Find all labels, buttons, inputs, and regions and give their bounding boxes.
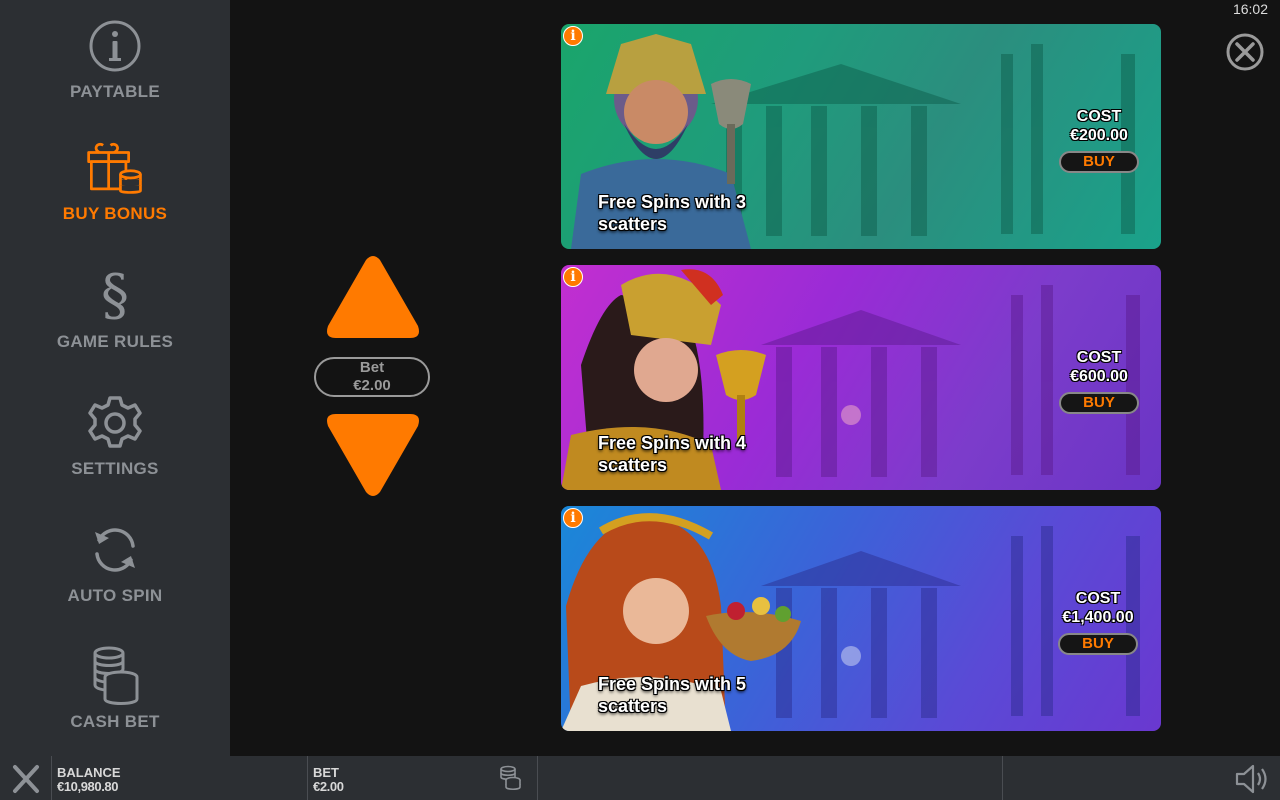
gift-coins-icon: [85, 138, 145, 198]
info-icon[interactable]: i: [563, 267, 583, 287]
triangle-up-icon: [327, 256, 419, 338]
coin-stack-icon: [85, 646, 145, 706]
bonus-card: i Free Spins with 4 scatters COST €600.0…: [561, 265, 1161, 490]
sidebar-item-label: AUTO SPIN: [67, 586, 163, 605]
bet-summary-value: €2.00: [313, 779, 344, 794]
quit-button[interactable]: [10, 764, 42, 794]
sidebar-item-auto-spin[interactable]: AUTO SPIN: [0, 520, 230, 630]
cost-label: COST: [1076, 349, 1122, 366]
info-icon[interactable]: i: [563, 26, 583, 46]
bonus-title: Free Spins with 3 scatters: [598, 192, 747, 234]
cost-value: €200.00: [1070, 127, 1128, 144]
cost-value: €1,400.00: [1062, 609, 1134, 626]
close-icon: [1226, 33, 1264, 71]
bet-label: Bet: [359, 359, 385, 376]
bet-value: €2.00: [353, 377, 391, 394]
divider: [1002, 756, 1003, 800]
cost-block: COST €600.00 BUY: [1057, 348, 1141, 414]
buy-button[interactable]: BUY: [1059, 151, 1139, 173]
divider: [307, 756, 308, 800]
sidebar-item-cash-bet[interactable]: CASH BET: [0, 646, 230, 756]
cost-label: COST: [1075, 590, 1121, 607]
refresh-icon: [85, 520, 145, 580]
close-button[interactable]: [1225, 32, 1265, 72]
sidebar-item-buy-bonus[interactable]: BUY BONUS: [0, 138, 230, 248]
balance-value: €10,980.80: [57, 779, 119, 794]
bet-decrease-button[interactable]: [324, 410, 422, 498]
sidebar-item-label: GAME RULES: [56, 332, 174, 351]
close-icon: [13, 765, 39, 793]
gear-icon: [85, 393, 145, 453]
sidebar-item-label: SETTINGS: [71, 459, 159, 478]
sidebar-item-game-rules[interactable]: § GAME RULES: [0, 266, 230, 376]
buy-button[interactable]: BUY: [1058, 633, 1138, 655]
balance-label: BALANCE: [57, 765, 121, 780]
cost-block: COST €200.00 BUY: [1057, 107, 1141, 173]
clock: 16:02: [1232, 1, 1268, 17]
coin-stack-icon: [500, 765, 521, 791]
divider: [51, 756, 52, 800]
bonus-title: Free Spins with 4 scatters: [598, 433, 747, 475]
bet-increase-button[interactable]: [324, 254, 422, 342]
speaker-icon: [1235, 764, 1267, 794]
section-sign-icon: §: [101, 263, 129, 328]
bet-coins-button[interactable]: [498, 765, 522, 791]
sidebar-item-label: PAYTABLE: [70, 82, 160, 101]
bottom-bar: BALANCE €10,980.80 BET €2.00: [0, 756, 1280, 800]
cost-block: COST €1,400.00 BUY: [1053, 589, 1143, 655]
bet-summary-label: BET: [313, 765, 339, 780]
sidebar-item-paytable[interactable]: PAYTABLE: [0, 16, 230, 126]
cost-label: COST: [1076, 108, 1122, 125]
sidebar-menu: PAYTABLE BUY BONUS § GAME RULES SETTINGS…: [0, 0, 230, 756]
bet-display: Bet €2.00: [314, 357, 430, 397]
bonus-title: Free Spins with 5 scatters: [598, 674, 747, 716]
sidebar-item-label: CASH BET: [70, 712, 160, 731]
triangle-down-icon: [327, 414, 419, 496]
sidebar-item-settings[interactable]: SETTINGS: [0, 393, 230, 503]
sidebar-item-label: BUY BONUS: [62, 204, 168, 223]
sound-button[interactable]: [1234, 763, 1272, 795]
divider: [537, 756, 538, 800]
info-icon[interactable]: i: [563, 508, 583, 528]
bonus-card: i Free Spins with 5 scatters COST €1,400…: [561, 506, 1161, 731]
bonus-card: i Free Spins with 3 scatters COST €200.0…: [561, 24, 1161, 249]
buy-button[interactable]: BUY: [1059, 392, 1139, 414]
cost-value: €600.00: [1070, 368, 1128, 385]
bet-summary: BET €2.00: [313, 766, 344, 795]
info-circle-icon: [85, 16, 145, 76]
balance-display: BALANCE €10,980.80: [57, 766, 121, 795]
